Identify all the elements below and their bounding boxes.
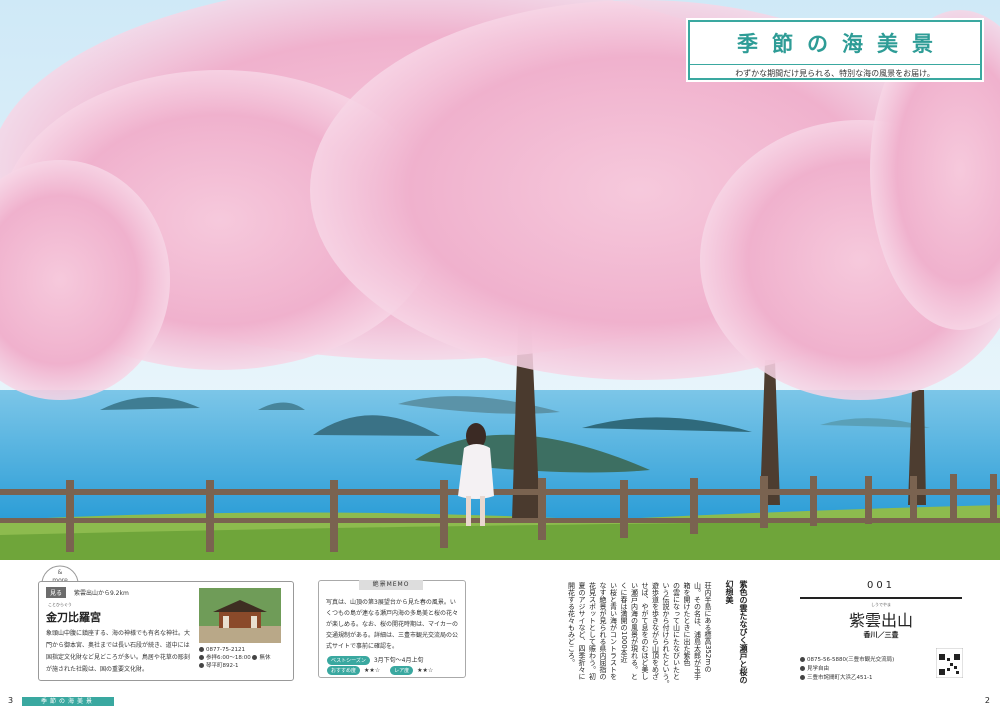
article-column: の雲になって山にたなびいたと	[672, 582, 681, 680]
more-address: 琴平町892-1	[206, 663, 239, 669]
best-season-value: 3月下旬～4月上旬	[373, 657, 424, 664]
memo-rating-row: おすすめ度 ★★☆ レア度 ★★☆	[327, 666, 433, 675]
spot-address: 三豊市詫間町大浜乙451-1	[807, 675, 873, 681]
best-season-label: ベストシーズン	[327, 656, 370, 665]
more-info: 0877-75-2121 参拝6:00～18:00 無休 琴平町892-1	[199, 646, 270, 670]
spot-region: 香川／三豊	[863, 631, 899, 639]
article-column: 開花する花々もみどころ。	[567, 582, 576, 666]
svg-text:&: &	[58, 569, 63, 576]
memo-card: 絶景MEMO 写真は、山頂の第3展望台から見た春の風景。いくつもの島が連なる瀬戸…	[318, 580, 466, 678]
rarity-label: レア度	[390, 666, 414, 675]
more-hours: 参拝6:00～18:00	[206, 655, 251, 661]
spot-divider	[800, 597, 962, 599]
spot-number: 001	[866, 580, 896, 591]
phone-icon	[199, 647, 204, 652]
article-column: せば、やがて息をのむほど美し	[641, 582, 649, 680]
article-heading: 紫色の雲たなびく瀬戸と桜の幻想美	[725, 580, 748, 684]
memo-best-row: ベストシーズン 3月下旬～4月上旬	[327, 655, 424, 665]
distance-text: 紫雲出山から9.2km	[73, 590, 129, 597]
spot-info: 0875-56-5880(三豊市観光交流局) 見学自由 三豊市詫間町大浜乙451…	[800, 656, 894, 683]
more-card: 見る 紫雲出山から9.2km ことひらぐう 金刀比羅宮 象頭山中腹に鎮座する、海…	[38, 581, 294, 681]
category-tag: 見る	[46, 587, 67, 598]
memo-title: 絶景MEMO	[359, 580, 423, 590]
hero-photo	[0, 0, 1000, 560]
article-column: いう伝説から付けられたという。	[662, 582, 670, 687]
memo-body: 写真は、山頂の第3展望台から見た春の風景。いくつもの島が連なる瀬戸内海の多島美と…	[326, 599, 459, 650]
article-column: くに春は満開の1000本近	[620, 582, 628, 663]
recommend-label: おすすめ度	[327, 666, 361, 675]
ticket-icon	[800, 666, 805, 671]
article-column: 荘内半島にある標高352mの	[704, 582, 712, 673]
page-number-right: 2	[984, 696, 990, 705]
recommend-value: ★★☆	[364, 667, 381, 674]
footer-section-label: 季節の海美景	[22, 697, 114, 706]
article-column: い瀬戸内海の風景が現れる。と	[630, 582, 639, 680]
calendar-icon	[252, 655, 258, 660]
clock-icon	[199, 655, 204, 660]
more-phone: 0877-75-2121	[206, 647, 245, 653]
shrine-photo	[199, 588, 281, 643]
rarity-value: ★★☆	[417, 667, 434, 674]
banner-title: 季節の海美景	[737, 32, 947, 56]
article-column: 遊歩道を歩きながら山頂をめざ	[651, 582, 660, 680]
article-column: なす絶景が見られる県内屈指の	[599, 582, 607, 680]
page-number-left: 3	[8, 696, 14, 705]
spot-access: 見学自由	[807, 666, 830, 672]
article-column: 花見スポットとして賑わう。初	[588, 582, 597, 680]
article-column: 夏のアジサイなど、四季折々に	[578, 582, 586, 680]
section-banner: 季節の海美景 わずかな期間だけ見られる、特別な海の風景をお届け。	[688, 20, 982, 80]
more-head: 見る 紫雲出山から9.2km	[46, 587, 129, 598]
more-name: 金刀比羅宮	[46, 611, 101, 624]
article-column: 箱を開けたときに出た紫色	[683, 582, 691, 666]
pin-icon	[800, 675, 805, 680]
spot-phone: 0875-56-5880(三豊市観光交流局)	[807, 657, 895, 663]
spot-name: 紫雲出山	[848, 611, 913, 630]
banner-subtitle: わずかな期間だけ見られる、特別な海の風景をお届け。	[690, 64, 980, 79]
article-column: い桜と青い海がコントラストを	[609, 582, 618, 680]
phone-icon	[800, 657, 805, 662]
article-column: 山。その名は、浦島太郎が玉手	[693, 582, 702, 680]
pin-icon	[199, 663, 204, 668]
qr-code-icon	[936, 648, 963, 678]
more-furigana: ことひらぐう	[48, 602, 72, 607]
more-closed: 無休	[259, 655, 271, 661]
more-description: 象頭山中腹に鎮座する、海の神様でも有名な神社。大門から御本宮、奥社までは長い石段…	[46, 630, 191, 673]
